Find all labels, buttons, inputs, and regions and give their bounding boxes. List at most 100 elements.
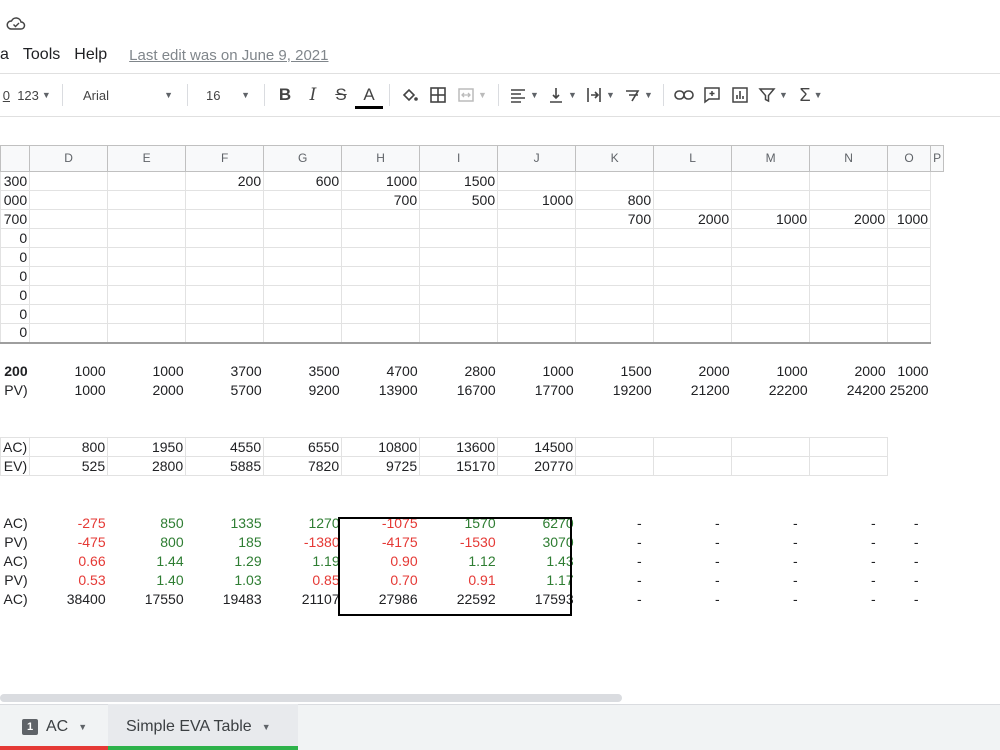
cell[interactable]: 3700 bbox=[186, 362, 264, 381]
empty-cell[interactable] bbox=[732, 343, 810, 362]
cell[interactable] bbox=[809, 437, 889, 457]
cell[interactable] bbox=[887, 247, 932, 267]
column-header-j[interactable]: J bbox=[497, 145, 577, 172]
cell[interactable]: 4700 bbox=[342, 362, 420, 381]
cell[interactable]: - bbox=[888, 514, 931, 533]
empty-cell[interactable] bbox=[186, 343, 264, 362]
column-header-m[interactable]: M bbox=[731, 145, 811, 172]
chevron-down-icon[interactable]: ▼ bbox=[78, 722, 87, 732]
text-rotation-icon[interactable]: ▼ bbox=[621, 81, 655, 109]
cell[interactable]: - bbox=[654, 514, 732, 533]
cell[interactable] bbox=[107, 304, 187, 324]
cell[interactable] bbox=[653, 266, 733, 286]
column-header-f[interactable]: F bbox=[185, 145, 265, 172]
cell[interactable]: 1000 bbox=[497, 190, 577, 210]
cell[interactable]: - bbox=[732, 552, 810, 571]
cell[interactable]: 0 bbox=[0, 247, 31, 267]
empty-cell[interactable] bbox=[654, 419, 732, 438]
cell[interactable] bbox=[419, 228, 499, 248]
cell[interactable] bbox=[575, 456, 655, 476]
empty-cell[interactable] bbox=[576, 343, 654, 362]
cell[interactable] bbox=[419, 209, 499, 229]
cell[interactable] bbox=[263, 247, 343, 267]
empty-cell[interactable] bbox=[1, 495, 30, 514]
cell[interactable] bbox=[419, 323, 499, 344]
text-wrap-icon[interactable]: ▼ bbox=[583, 81, 617, 109]
cell[interactable] bbox=[341, 304, 421, 324]
cell[interactable] bbox=[263, 285, 343, 305]
cell[interactable]: 27986 bbox=[342, 590, 420, 609]
empty-cell[interactable] bbox=[30, 476, 108, 495]
cell[interactable] bbox=[29, 209, 109, 229]
cell[interactable] bbox=[731, 171, 811, 191]
cell[interactable]: 1000 bbox=[888, 362, 931, 381]
empty-cell[interactable] bbox=[30, 343, 108, 362]
cell[interactable]: 6550 bbox=[263, 437, 343, 457]
cell[interactable]: 21200 bbox=[654, 381, 732, 400]
comment-icon[interactable] bbox=[700, 81, 724, 109]
filter-icon[interactable]: ▼ bbox=[756, 81, 790, 109]
empty-cell[interactable] bbox=[888, 476, 931, 495]
empty-cell[interactable] bbox=[576, 419, 654, 438]
empty-cell[interactable] bbox=[654, 476, 732, 495]
cell[interactable]: 600 bbox=[263, 171, 343, 191]
cell[interactable] bbox=[887, 171, 932, 191]
cell[interactable]: 1270 bbox=[264, 514, 342, 533]
cell[interactable] bbox=[263, 304, 343, 324]
font-size-select[interactable]: 16 ▼ bbox=[196, 81, 256, 109]
cell[interactable] bbox=[107, 190, 187, 210]
cell[interactable]: 185 bbox=[186, 533, 264, 552]
cell[interactable]: 10800 bbox=[341, 437, 421, 457]
empty-cell[interactable] bbox=[498, 419, 576, 438]
cell[interactable]: 1.19 bbox=[264, 552, 342, 571]
cell[interactable]: 000 bbox=[0, 190, 31, 210]
cell[interactable]: 0 bbox=[0, 285, 31, 305]
cell[interactable] bbox=[809, 456, 889, 476]
cell[interactable]: - bbox=[732, 514, 810, 533]
column-header-partial[interactable] bbox=[0, 145, 31, 172]
cell[interactable]: -1075 bbox=[342, 514, 420, 533]
cell[interactable] bbox=[185, 285, 265, 305]
cell[interactable] bbox=[497, 266, 577, 286]
cell[interactable]: 17593 bbox=[498, 590, 576, 609]
number-format-button[interactable]: 123 ▼ bbox=[14, 81, 54, 109]
cell[interactable] bbox=[29, 285, 109, 305]
cell[interactable]: 1000 bbox=[731, 209, 811, 229]
cell[interactable]: - bbox=[888, 571, 931, 590]
cell[interactable] bbox=[107, 323, 187, 344]
spreadsheet-grid[interactable]: D E F G H I J K L M N O P 300 200 600 1000 1500 000 700 500 1… bbox=[0, 145, 1000, 690]
cell[interactable] bbox=[809, 247, 889, 267]
cell[interactable] bbox=[107, 171, 187, 191]
cell[interactable]: 2000 bbox=[809, 209, 889, 229]
cell[interactable]: 9725 bbox=[341, 456, 421, 476]
empty-cell[interactable] bbox=[1, 476, 30, 495]
column-header-g[interactable]: G bbox=[263, 145, 343, 172]
empty-cell[interactable] bbox=[888, 419, 931, 438]
cell[interactable]: 2000 bbox=[810, 362, 888, 381]
cell[interactable] bbox=[809, 228, 889, 248]
cell[interactable]: - bbox=[576, 590, 654, 609]
cell[interactable] bbox=[29, 323, 109, 344]
cell[interactable]: 20770 bbox=[497, 456, 577, 476]
empty-cell[interactable] bbox=[186, 400, 264, 419]
empty-cell[interactable] bbox=[498, 476, 576, 495]
cell[interactable] bbox=[497, 247, 577, 267]
empty-cell[interactable] bbox=[186, 495, 264, 514]
cell[interactable]: 500 bbox=[419, 190, 499, 210]
cell[interactable] bbox=[731, 266, 811, 286]
cell[interactable] bbox=[419, 247, 499, 267]
cell[interactable] bbox=[575, 266, 655, 286]
empty-cell[interactable] bbox=[108, 495, 186, 514]
cell[interactable] bbox=[107, 247, 187, 267]
cell[interactable] bbox=[653, 285, 733, 305]
empty-cell[interactable] bbox=[342, 476, 420, 495]
cell[interactable]: 0 bbox=[0, 266, 31, 286]
empty-cell[interactable] bbox=[810, 419, 888, 438]
cell[interactable]: 5700 bbox=[186, 381, 264, 400]
cell[interactable] bbox=[809, 285, 889, 305]
cell[interactable]: - bbox=[810, 552, 888, 571]
cell[interactable]: 3500 bbox=[264, 362, 342, 381]
cell[interactable]: 800 bbox=[108, 533, 186, 552]
cell[interactable]: 7820 bbox=[263, 456, 343, 476]
cell[interactable]: 0 bbox=[0, 228, 31, 248]
